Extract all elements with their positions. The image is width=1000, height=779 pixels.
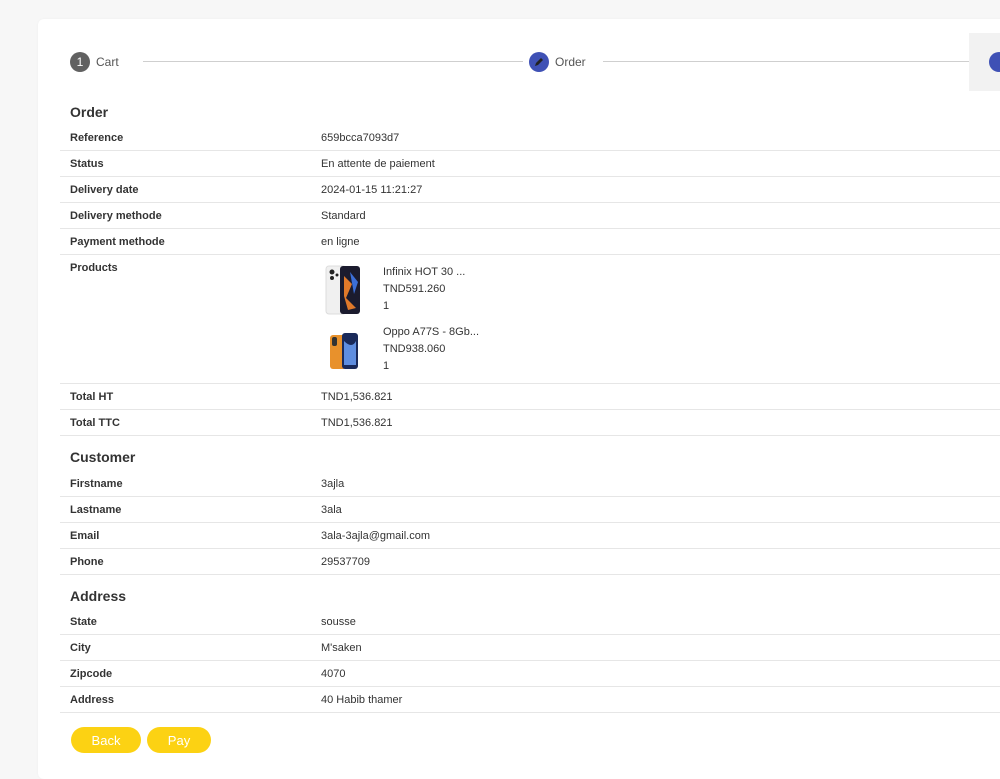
customer-row-firstname: Firstname 3ajla <box>60 471 1000 497</box>
order-row-reference: Reference 659bcca7093d7 <box>60 125 1000 151</box>
row-label: City <box>70 642 91 654</box>
pencil-icon <box>529 52 549 72</box>
step-number-badge: 1 <box>70 52 90 72</box>
row-label: Total HT <box>70 391 114 403</box>
row-label: Address <box>70 694 115 706</box>
step-payment[interactable] <box>969 33 1000 91</box>
row-label: Phone <box>70 556 104 568</box>
stepper: 1 Cart Order <box>38 19 1000 109</box>
row-value: Standard <box>321 210 366 222</box>
row-value: TND1,536.821 <box>321 417 393 429</box>
row-value: 659bcca7093d7 <box>321 132 400 144</box>
row-label: Total TTC <box>70 417 120 429</box>
product-details: Infinix HOT 30 ... TND591.260 1 <box>383 264 465 315</box>
row-value: 2024-01-15 11:21:27 <box>321 184 423 196</box>
product-name: Oppo A77S - 8Gb... <box>383 326 480 338</box>
row-value: 4070 <box>321 668 346 680</box>
step-label-cart: Cart <box>96 55 119 69</box>
back-button[interactable]: Back <box>71 727 141 753</box>
pay-button[interactable]: Pay <box>147 727 211 753</box>
address-row-city: City M'saken <box>60 635 1000 661</box>
row-value: 40 Habib thamer <box>321 694 403 706</box>
row-value: en ligne <box>321 236 360 248</box>
row-value: sousse <box>321 616 356 628</box>
product-image <box>322 264 366 316</box>
step-order[interactable]: Order <box>529 52 586 72</box>
row-label: Products <box>70 262 118 274</box>
order-row-total-ttc: Total TTC TND1,536.821 <box>60 410 1000 436</box>
product-price: TND938.060 <box>383 343 446 355</box>
row-label: Email <box>70 530 100 542</box>
row-label: Status <box>70 158 104 170</box>
step-cart[interactable]: 1 Cart <box>70 52 119 72</box>
product-quantity: 1 <box>383 360 390 372</box>
product-image <box>322 327 366 379</box>
order-row-delivery-date: Delivery date 2024-01-15 11:21:27 <box>60 177 1000 203</box>
order-row-payment-method: Payment methode en ligne <box>60 229 1000 255</box>
row-label: Delivery methode <box>70 210 162 222</box>
product-quantity: 1 <box>383 300 390 312</box>
section-title-address: Address <box>70 588 127 604</box>
section-title-customer: Customer <box>70 449 136 465</box>
order-row-products: Products Infinix HOT 30 ... TND591.260 1 <box>60 255 1000 384</box>
row-value: En attente de paiement <box>321 158 435 170</box>
row-value: M'saken <box>321 642 362 654</box>
step-connector <box>143 61 523 62</box>
row-label: Zipcode <box>70 668 113 680</box>
product-price: TND591.260 <box>383 283 446 295</box>
row-label: Delivery date <box>70 184 139 196</box>
product-name: Infinix HOT 30 ... <box>383 266 466 278</box>
step-payment-icon <box>989 52 1000 72</box>
address-row-state: State sousse <box>60 609 1000 635</box>
order-row-status: Status En attente de paiement <box>60 151 1000 177</box>
row-label: Payment methode <box>70 236 165 248</box>
checkout-card: 1 Cart Order Order Reference 659bcca7093… <box>38 19 1000 779</box>
row-label: Firstname <box>70 478 123 490</box>
row-value: TND1,536.821 <box>321 391 393 403</box>
customer-row-lastname: Lastname 3ala <box>60 497 1000 523</box>
row-value: 29537709 <box>321 556 370 568</box>
step-label-order: Order <box>555 55 586 69</box>
section-title-order: Order <box>70 104 109 120</box>
address-row-address: Address 40 Habib thamer <box>60 687 1000 713</box>
row-value: 3ajla <box>321 478 345 490</box>
row-label: Lastname <box>70 504 122 516</box>
customer-row-email: Email 3ala-3ajla@gmail.com <box>60 523 1000 549</box>
row-label: State <box>70 616 97 628</box>
row-value: 3ala-3ajla@gmail.com <box>321 530 430 542</box>
row-label: Reference <box>70 132 124 144</box>
address-row-zipcode: Zipcode 4070 <box>60 661 1000 687</box>
step-connector <box>603 61 975 62</box>
order-row-delivery-method: Delivery methode Standard <box>60 203 1000 229</box>
customer-row-phone: Phone 29537709 <box>60 549 1000 575</box>
product-details: Oppo A77S - 8Gb... TND938.060 1 <box>383 324 479 375</box>
order-row-total-ht: Total HT TND1,536.821 <box>60 384 1000 410</box>
row-value: 3ala <box>321 504 342 516</box>
